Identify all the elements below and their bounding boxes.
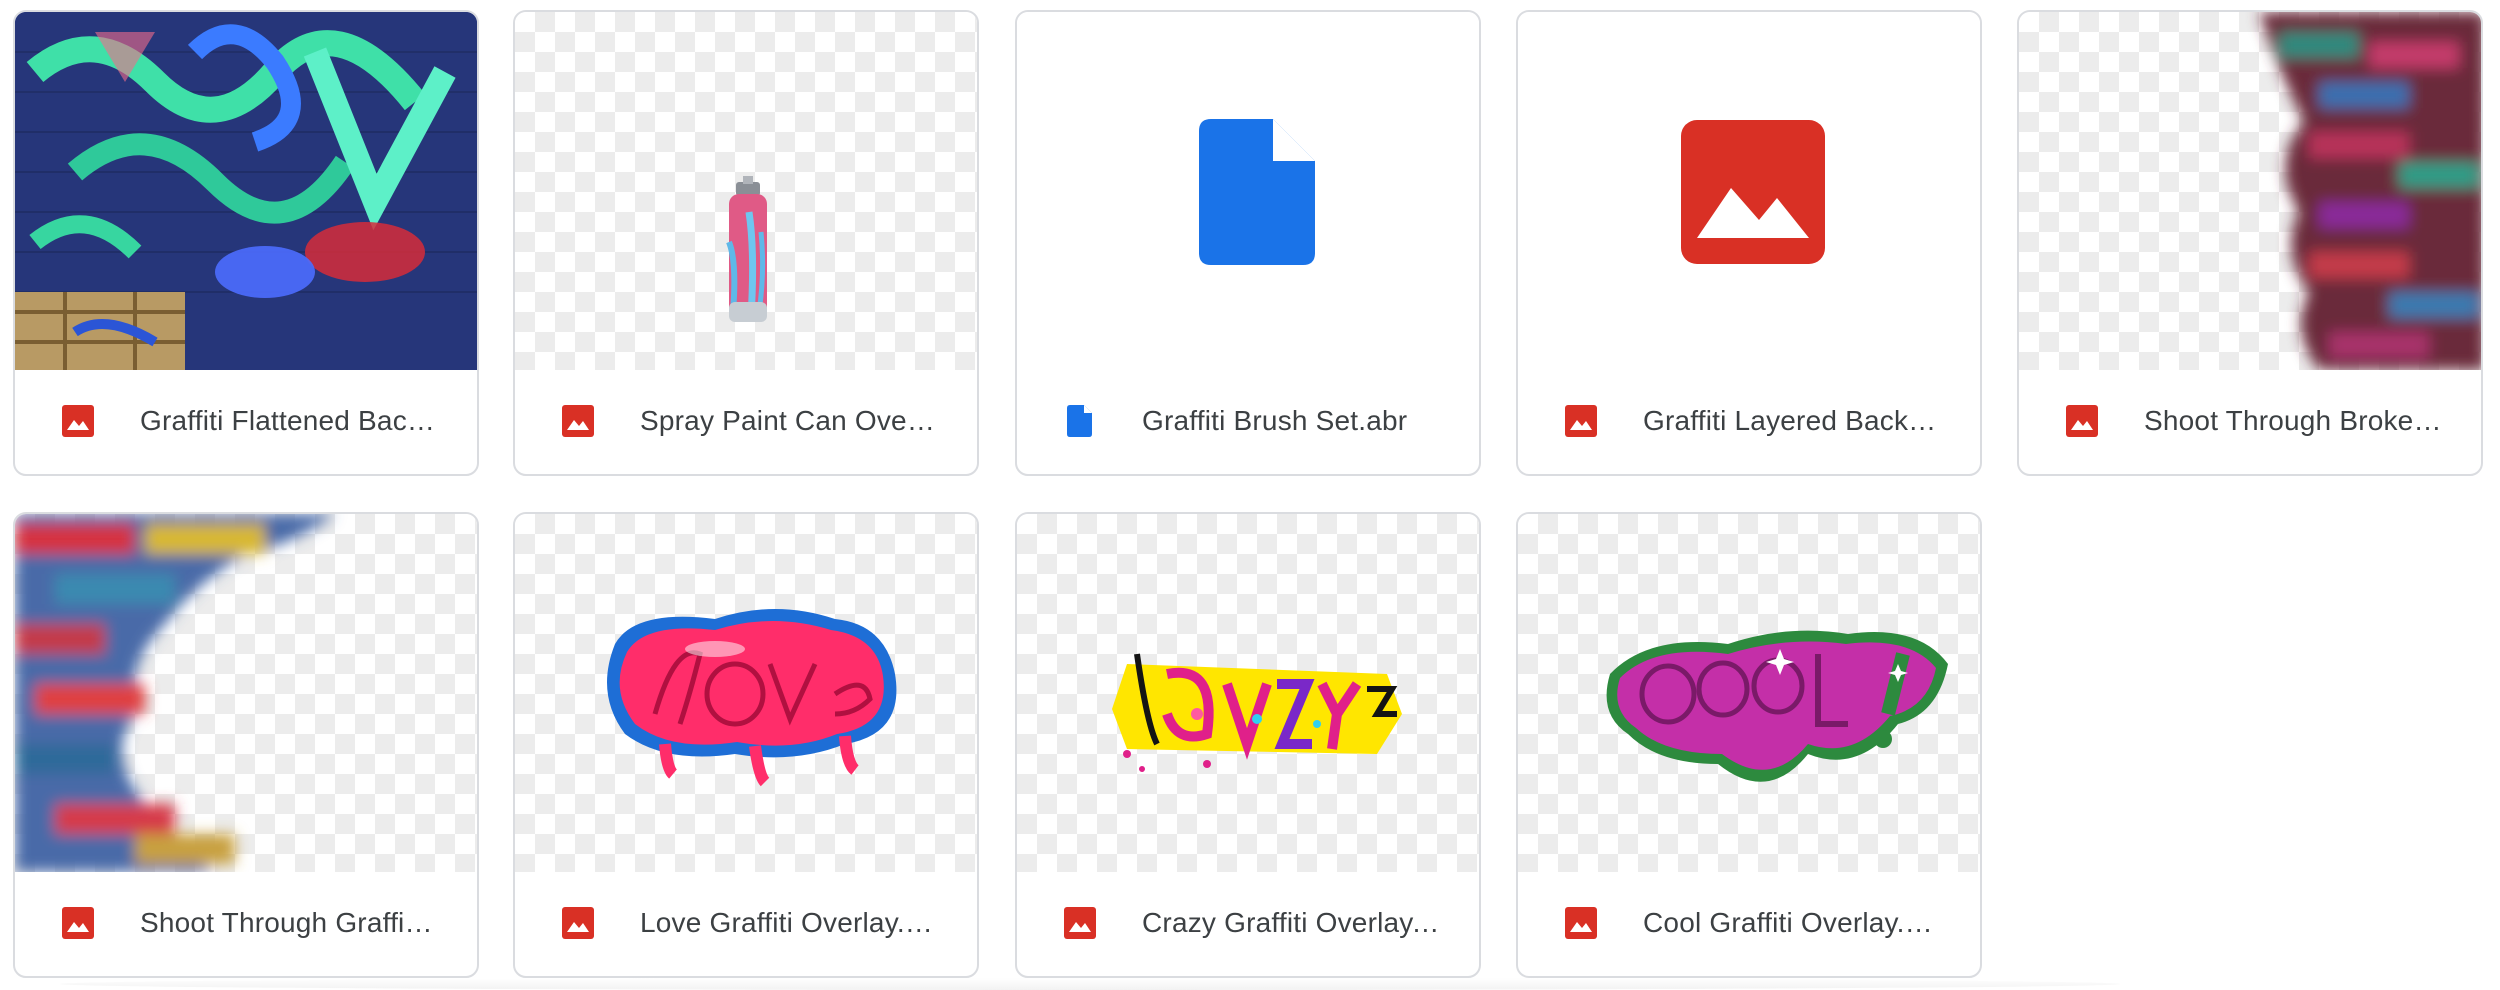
file-card[interactable]: Spray Paint Can Overla… [513, 10, 979, 476]
image-file-icon [562, 907, 594, 939]
file-thumbnail [15, 12, 477, 370]
file-card[interactable]: Crazy Graffiti Overlay.p… [1015, 512, 1481, 978]
file-name: Graffiti Layered Backgr… [1643, 405, 1943, 436]
file-thumbnail [15, 514, 477, 872]
file-thumbnail [515, 514, 977, 872]
image-file-icon [1565, 405, 1597, 437]
image-file-icon [62, 907, 94, 939]
file-card[interactable]: Shoot Through Broken … [2017, 10, 2483, 476]
crazy-graffiti [1112, 653, 1402, 772]
cool-graffiti [1606, 630, 1948, 782]
graffiti-wall-photo [15, 12, 477, 370]
file-card[interactable]: Graffiti Layered Backgr… [1516, 10, 1982, 476]
file-name: Cool Graffiti Overlay.png [1643, 907, 1943, 938]
image-file-icon [62, 405, 94, 437]
file-card[interactable]: Graffiti Brush Set.abr [1015, 10, 1481, 476]
file-name: Crazy Graffiti Overlay.p… [1142, 907, 1442, 938]
image-file-icon [1565, 907, 1597, 939]
brick-edge-right [2259, 12, 2481, 370]
file-name: Spray Paint Can Overla… [640, 405, 940, 436]
file-thumbnail [1518, 514, 1980, 872]
file-thumbnail [1017, 12, 1479, 370]
image-file-icon [1064, 907, 1096, 939]
file-name: Shoot Through Broken … [2144, 405, 2444, 436]
spray-can [726, 176, 767, 322]
image-icon [1681, 120, 1825, 264]
scroll-shadow [60, 978, 2120, 990]
file-card[interactable]: Graffiti Flattened Back… [13, 10, 479, 476]
file-name: Shoot Through Graffiti … [140, 907, 440, 938]
file-thumbnail [1017, 514, 1479, 872]
file-name: Love Graffiti Overlay.png [640, 907, 940, 938]
file-card[interactable]: Love Graffiti Overlay.png [513, 512, 979, 978]
file-thumbnail [1518, 12, 1980, 370]
image-file-icon [562, 405, 594, 437]
document-file-icon [1067, 405, 1092, 437]
image-file-icon [2066, 405, 2098, 437]
file-card[interactable]: Shoot Through Graffiti … [13, 512, 479, 978]
brick-edge-left [15, 514, 335, 872]
file-thumbnail [2019, 12, 2481, 370]
file-name: Graffiti Brush Set.abr [1142, 405, 1408, 436]
document-icon [1199, 119, 1315, 265]
file-card[interactable]: Cool Graffiti Overlay.png [1516, 512, 1982, 978]
love-graffiti [607, 609, 897, 787]
file-thumbnail [515, 12, 977, 370]
file-name: Graffiti Flattened Back… [140, 405, 440, 436]
